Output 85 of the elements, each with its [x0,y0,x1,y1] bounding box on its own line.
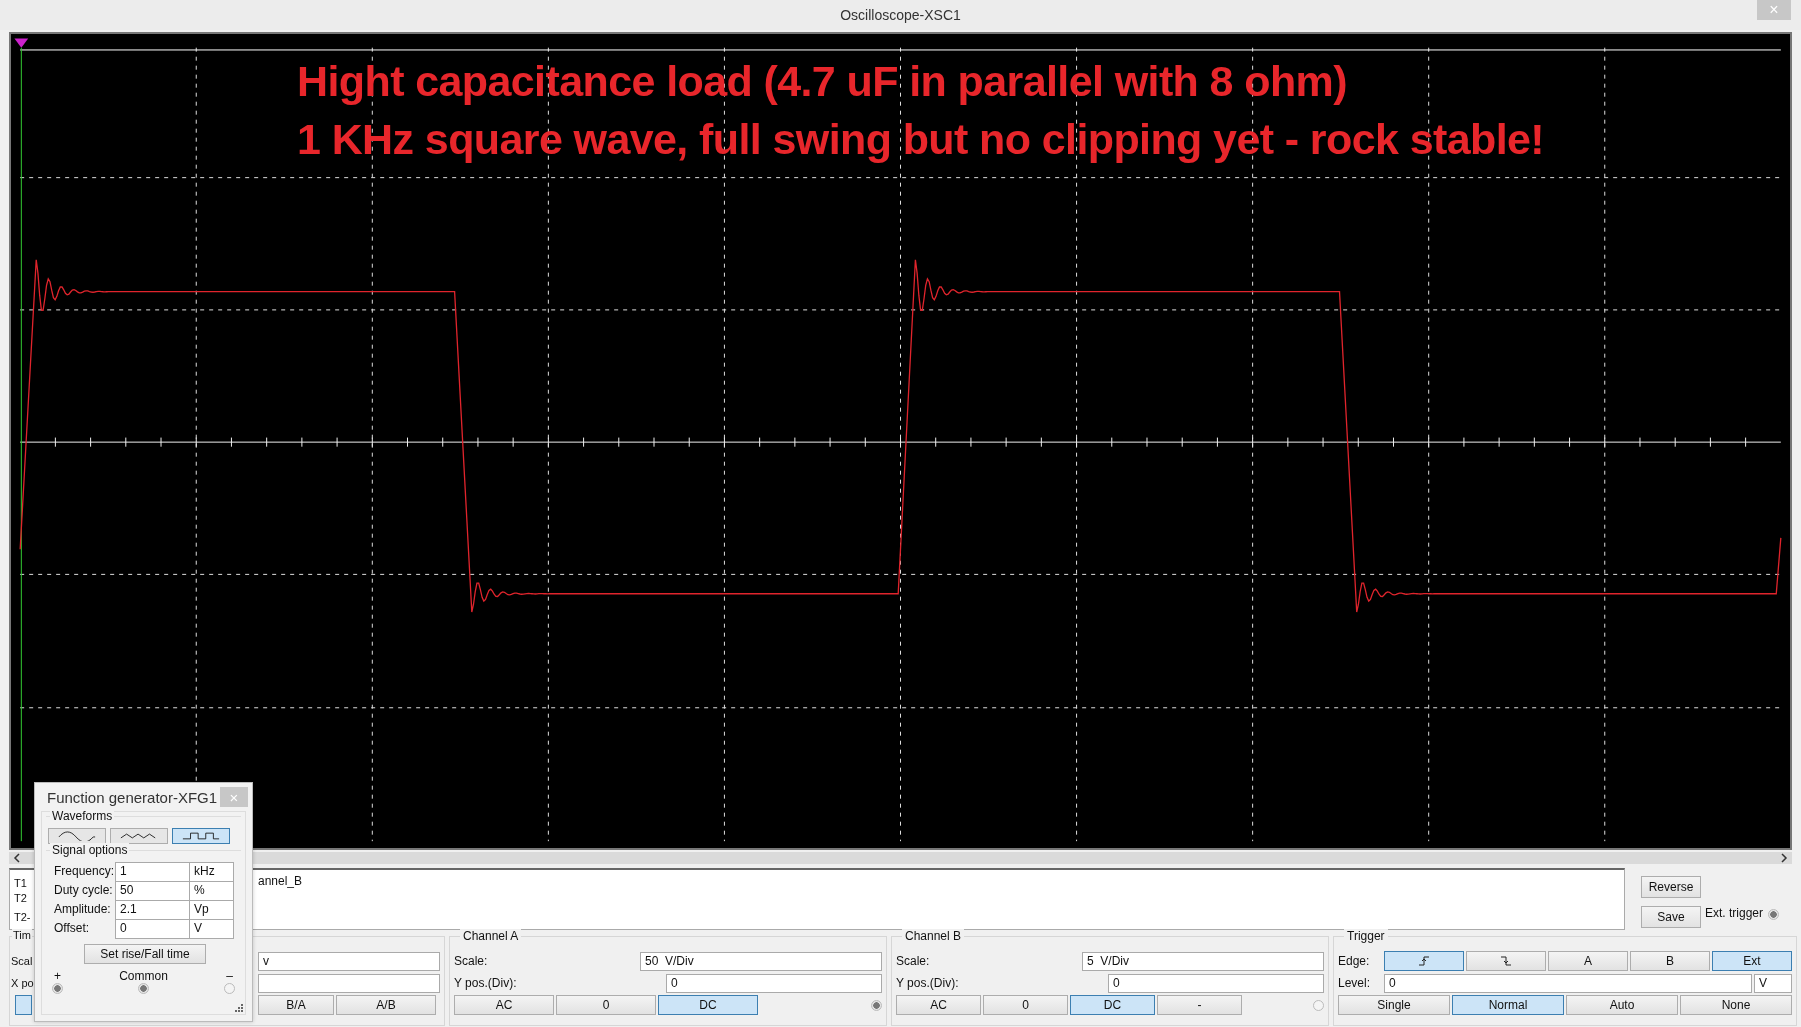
toggle-button[interactable]: A/B [336,995,436,1015]
toggle-button[interactable]: - [1157,995,1242,1015]
waveform-button[interactable] [48,828,106,844]
cursor-marker[interactable] [14,38,29,842]
toggle-button[interactable]: AC [454,995,554,1015]
unit-label: V [189,919,234,939]
group-label: Waveforms [50,809,115,823]
waveform-button[interactable] [172,828,230,844]
rise-fall-button[interactable]: Set rise/Fall time [84,944,206,964]
square-wave-icon [181,831,221,841]
toggle-button[interactable]: DC [658,995,758,1015]
input-field[interactable]: 2.1 [115,900,190,920]
field-label: Amplitude: [54,901,112,918]
group-label: Signal options [50,843,130,857]
annotation-text: Hight capacitance load (4.7 uF in parallel with 8 ohm) [297,56,1348,106]
group-label: Channel A [460,929,522,943]
toggle-button[interactable]: A [1548,951,1628,971]
terminal-radio[interactable] [52,983,63,994]
field-label: X po [11,977,34,989]
field-label: Frequency: [54,863,116,880]
toggle-button[interactable]: Auto [1566,995,1678,1015]
toggle-button[interactable]: B [1630,951,1710,971]
toggle-button[interactable] [1466,951,1546,971]
sine-wave-icon [57,831,97,841]
action-button[interactable]: Save [1641,906,1701,928]
toggle-button[interactable]: None [1680,995,1792,1015]
scroll-right-icon[interactable] [1780,853,1788,863]
rising-edge-icon [1418,956,1430,966]
field-label: Offset: [54,920,91,937]
terminal-label: – [226,970,233,983]
input-field[interactable]: 5 V/Div [1082,951,1324,971]
annotation-text: 1 KHz square wave, full swing but no clipping yet - rock stable! [297,114,1545,164]
unit-label: kHz [189,862,234,882]
column-header: annel_B [258,873,303,890]
field-label: Scal [11,955,33,967]
unit-label: V [1754,973,1792,993]
scroll-left-icon[interactable] [13,853,21,863]
group-label: Tim [12,929,32,941]
toggle-button[interactable]: Normal [1452,995,1564,1015]
window-title: Function generator-XFG1 [47,788,218,806]
field-label: Scale: [896,954,930,968]
toggle-button[interactable]: Single [1338,995,1450,1015]
input-field[interactable]: 1 [115,862,190,882]
unit-label: Vp [189,900,234,920]
terminal-radio[interactable] [871,999,882,1011]
field-label: Level: [1338,976,1372,990]
toggle-button[interactable]: DC [1070,995,1155,1015]
input-field[interactable]: 0 [115,919,190,939]
input-field[interactable]: 0 [666,973,882,993]
row-label: T1 [14,876,27,891]
action-button[interactable]: Reverse [1641,876,1701,898]
group-label: Channel B [902,929,965,943]
terminal-label: + [54,970,61,983]
input-field[interactable]: 0 [1108,973,1324,993]
terminal-label: Common [119,970,168,983]
input-field[interactable] [258,973,440,993]
field-label: Y pos.(Div): [454,976,517,990]
field-label: Duty cycle: [54,882,114,899]
row-label: T2 [14,891,27,906]
toggle-button[interactable] [1384,951,1464,971]
ext-trigger-label: Ext. trigger [1705,906,1764,920]
input-field[interactable]: v [258,951,440,971]
terminal-radio[interactable] [224,983,235,994]
field-label: Edge: [1338,954,1371,968]
waveform-button[interactable] [110,828,168,844]
window-title: Oscilloscope-XSC1 [840,7,961,23]
toggle-button[interactable] [15,995,32,1015]
resize-grip-icon[interactable] [235,1004,243,1012]
toggle-button[interactable]: 0 [556,995,656,1015]
unit-label: % [189,881,234,901]
terminal-radio[interactable] [1768,909,1780,920]
row-label: T2- [14,910,31,925]
terminal-radio[interactable] [1313,999,1324,1011]
toggle-button[interactable]: B/A [258,995,334,1015]
input-field[interactable]: 50 V/Div [640,951,882,971]
falling-edge-icon [1500,956,1512,966]
field-label: Y pos.(Div): [896,976,959,990]
group-label: Trigger [1344,929,1388,943]
input-field[interactable]: 0 [1384,973,1752,993]
toggle-button[interactable]: Ext [1712,951,1792,971]
toggle-button[interactable]: AC [896,995,981,1015]
field-label: Scale: [454,954,488,968]
toggle-button[interactable]: 0 [983,995,1068,1015]
input-field[interactable]: 50 [115,881,190,901]
terminal-radio[interactable] [138,983,149,994]
